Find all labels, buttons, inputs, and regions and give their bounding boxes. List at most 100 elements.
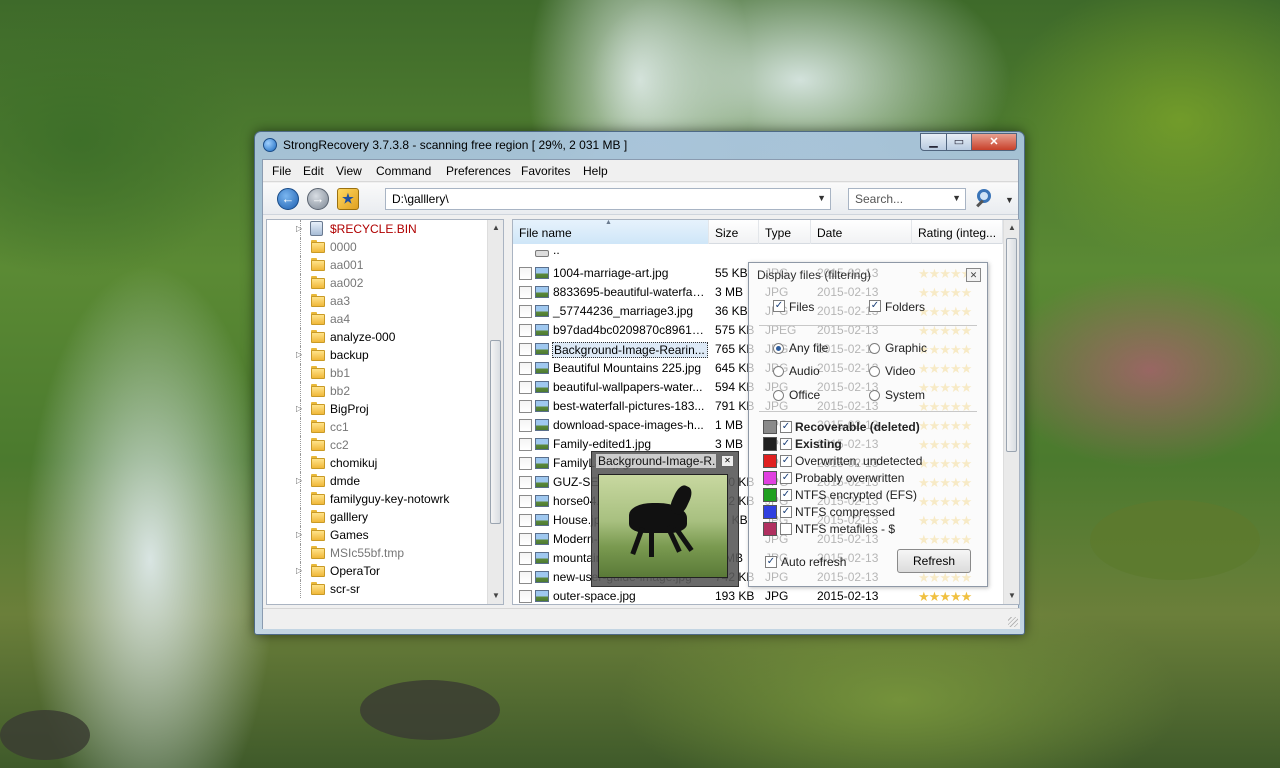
- expand-icon[interactable]: ▷: [296, 566, 302, 575]
- file-type-radio[interactable]: [773, 343, 784, 354]
- tree-item[interactable]: aa3: [267, 292, 487, 310]
- title-bar[interactable]: StrongRecovery 3.7.3.8 - scanning free r…: [255, 132, 1024, 158]
- column-size[interactable]: Size: [709, 220, 759, 244]
- file-checkbox[interactable]: [519, 476, 532, 489]
- state-checkbox[interactable]: ✓: [780, 489, 792, 501]
- scroll-up-icon[interactable]: ▲: [1004, 220, 1019, 236]
- menu-favorites[interactable]: Favorites: [521, 164, 570, 178]
- menu-file[interactable]: File: [272, 164, 291, 178]
- file-type-radio[interactable]: [773, 366, 784, 377]
- state-checkbox[interactable]: ✓: [780, 455, 792, 467]
- filter-close-button[interactable]: ✕: [966, 268, 981, 282]
- tree-item[interactable]: ▷ backup: [267, 346, 487, 364]
- preview-close-button[interactable]: ✕: [721, 455, 734, 467]
- refresh-button[interactable]: Refresh: [897, 549, 971, 573]
- files-checkbox[interactable]: ✓: [773, 300, 785, 312]
- tree-item[interactable]: 0000: [267, 238, 487, 256]
- maximize-button[interactable]: ▭: [946, 133, 972, 151]
- close-button[interactable]: ✕: [971, 133, 1017, 151]
- menu-preferences[interactable]: Preferences: [446, 164, 511, 178]
- scroll-up-icon[interactable]: ▲: [488, 220, 503, 236]
- path-input[interactable]: D:\galllery\ ▼: [385, 188, 831, 210]
- file-checkbox[interactable]: [519, 400, 532, 413]
- tree-item[interactable]: aa4: [267, 310, 487, 328]
- search-options-dropdown[interactable]: ▼: [1005, 195, 1014, 205]
- tree-item[interactable]: cc2: [267, 436, 487, 454]
- back-button[interactable]: ←: [277, 188, 299, 210]
- column-rating[interactable]: Rating (integ...: [912, 220, 1003, 244]
- tree-item[interactable]: MSIc55bf.tmp: [267, 544, 487, 562]
- tree-scroll-thumb[interactable]: [490, 340, 501, 524]
- tree-scrollbar[interactable]: ▲ ▼: [487, 220, 503, 604]
- file-checkbox[interactable]: [519, 571, 532, 584]
- star-icon: ★: [939, 589, 951, 604]
- tree-item[interactable]: aa001: [267, 256, 487, 274]
- scroll-down-icon[interactable]: ▼: [488, 588, 503, 604]
- file-checkbox[interactable]: [519, 552, 532, 565]
- tree-item[interactable]: ▷ dmde: [267, 472, 487, 490]
- file-type-radio[interactable]: [869, 343, 880, 354]
- file-checkbox[interactable]: [519, 324, 532, 337]
- chevron-down-icon[interactable]: ▼: [817, 193, 826, 203]
- file-checkbox[interactable]: [519, 590, 532, 603]
- forward-button[interactable]: →: [307, 188, 329, 210]
- tree-item[interactable]: bb2: [267, 382, 487, 400]
- favorites-folder-button[interactable]: ★: [337, 188, 359, 210]
- menu-view[interactable]: View: [336, 164, 362, 178]
- tree-item[interactable]: galllery: [267, 508, 487, 526]
- tree-item[interactable]: scr-sr: [267, 580, 487, 598]
- column-date[interactable]: Date: [811, 220, 912, 244]
- auto-refresh-checkbox[interactable]: ✓: [765, 556, 777, 568]
- minimize-button[interactable]: ▁: [920, 133, 947, 151]
- file-row[interactable]: outer-space.jpg 193 KB JPG 2015-02-13 ★★★★★: [513, 587, 1003, 604]
- folders-checkbox[interactable]: ✓: [869, 300, 881, 312]
- search-input[interactable]: Search... ▼: [848, 188, 966, 210]
- tree-item[interactable]: ▷ OperaTor: [267, 562, 487, 580]
- file-type-radio[interactable]: [869, 390, 880, 401]
- tree-item[interactable]: chomikuj: [267, 454, 487, 472]
- resize-grip-icon[interactable]: [1008, 617, 1018, 627]
- file-checkbox[interactable]: [519, 438, 532, 451]
- tree-item[interactable]: familyguy-key-notowrk: [267, 490, 487, 508]
- scroll-down-icon[interactable]: ▼: [1004, 588, 1019, 604]
- state-checkbox[interactable]: ✓: [780, 472, 792, 484]
- chevron-down-icon[interactable]: ▼: [952, 193, 961, 203]
- menu-edit[interactable]: Edit: [303, 164, 324, 178]
- file-checkbox[interactable]: [519, 286, 532, 299]
- file-checkbox[interactable]: [519, 362, 532, 375]
- tree-item[interactable]: aa002: [267, 274, 487, 292]
- expand-icon[interactable]: ▷: [296, 530, 302, 539]
- state-checkbox[interactable]: ✓: [780, 506, 792, 518]
- expand-icon[interactable]: ▷: [296, 476, 302, 485]
- file-checkbox[interactable]: [519, 267, 532, 280]
- column-type[interactable]: Type: [759, 220, 811, 244]
- menu-help[interactable]: Help: [583, 164, 608, 178]
- file-checkbox[interactable]: [519, 343, 532, 356]
- search-button[interactable]: [975, 187, 997, 211]
- file-type-radio[interactable]: [869, 366, 880, 377]
- tree-item[interactable]: cc1: [267, 418, 487, 436]
- state-checkbox[interactable]: [780, 523, 792, 535]
- file-checkbox[interactable]: [519, 533, 532, 546]
- tree-item[interactable]: analyze-000: [267, 328, 487, 346]
- expand-icon[interactable]: ▷: [296, 404, 302, 413]
- expand-icon[interactable]: ▷: [296, 224, 302, 233]
- file-type-radio[interactable]: [773, 390, 784, 401]
- state-checkbox[interactable]: ✓: [780, 421, 792, 433]
- file-checkbox[interactable]: [519, 381, 532, 394]
- tree-item[interactable]: bb1: [267, 364, 487, 382]
- state-checkbox[interactable]: ✓: [780, 438, 792, 450]
- file-checkbox[interactable]: [519, 419, 532, 432]
- file-checkbox[interactable]: [519, 305, 532, 318]
- expand-icon[interactable]: ▷: [296, 350, 302, 359]
- tree-item[interactable]: ▷ $RECYCLE.BIN: [267, 220, 487, 238]
- column-file-name[interactable]: ▲ File name: [513, 220, 709, 244]
- tree-item[interactable]: ▷ Games: [267, 526, 487, 544]
- tree-item[interactable]: ▷ BigProj: [267, 400, 487, 418]
- file-checkbox[interactable]: [519, 495, 532, 508]
- menu-command[interactable]: Command: [376, 164, 431, 178]
- file-list-scrollbar[interactable]: ▲ ▼: [1003, 220, 1019, 604]
- file-checkbox[interactable]: [519, 514, 532, 527]
- file-list-scroll-thumb[interactable]: [1006, 238, 1017, 452]
- file-checkbox[interactable]: [519, 457, 532, 470]
